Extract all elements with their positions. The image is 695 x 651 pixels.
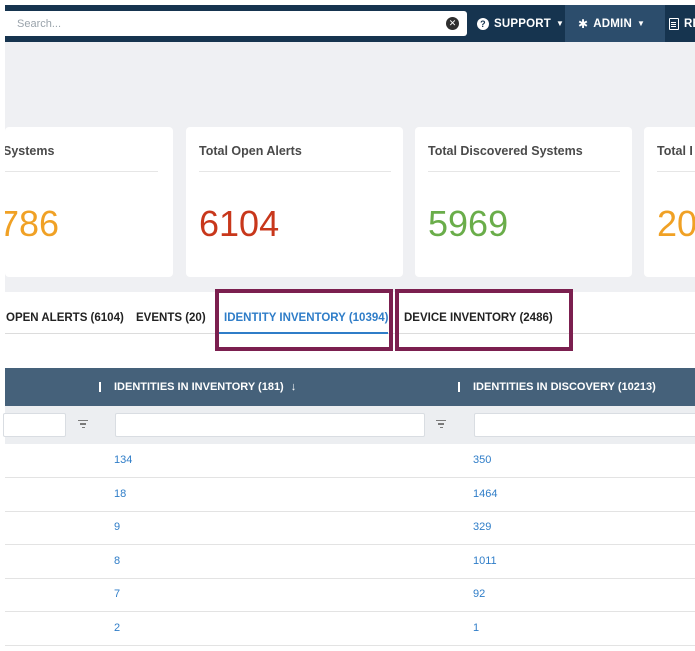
table-row[interactable]: 134 350 [5,444,695,478]
cell-identities-in-discovery[interactable]: 329 [473,511,491,544]
cell-identities-in-discovery[interactable]: 92 [473,578,485,611]
card-value: 6104 [199,203,280,244]
cell-identities-in-inventory[interactable]: 8 [114,545,120,578]
column-label: IDENTITIES IN INVENTORY (181) [114,381,284,393]
caret-down-icon: ▼ [636,19,646,28]
summary-card-total-partial[interactable]: Total I 20 [644,127,695,277]
cell-identities-in-inventory[interactable]: 18 [114,478,126,511]
cell-identities-in-inventory[interactable]: 134 [114,444,132,477]
summary-card-discovered-systems[interactable]: Total Discovered Systems 5969 [415,127,632,277]
admin-label: ADMIN [593,17,632,30]
column-separator [99,382,101,392]
gear-icon: ✱ [578,16,589,31]
caret-down-icon: ▼ [556,19,565,28]
table-header: IDENTITIES IN INVENTORY (181) ↓ IDENTITI… [5,368,695,406]
table-row[interactable]: 18 1464 [5,478,695,512]
reports-label: RE [684,17,695,30]
table-row[interactable]: 2 1 [5,612,695,646]
card-title: Total Open Alerts [199,144,302,158]
document-icon [669,17,679,30]
admin-menu-button[interactable]: ✱ ADMIN ▼ [565,5,665,42]
filter-input[interactable] [3,413,66,437]
card-value: 786 [5,203,60,244]
cell-identities-in-discovery[interactable]: 1 [473,612,479,645]
column-header-identities-in-inventory[interactable]: IDENTITIES IN INVENTORY (181) ↓ [114,368,296,406]
card-divider [657,171,695,172]
card-divider [5,171,158,172]
question-icon: ? [477,17,489,30]
card-title: Total Discovered Systems [428,144,583,158]
filter-input-identities-in-discovery[interactable] [474,413,695,437]
table-row[interactable]: 8 1011 [5,545,695,579]
search-input[interactable] [17,11,437,36]
filter-icon[interactable] [78,420,88,429]
clear-search-icon[interactable]: ✕ [446,17,459,30]
cell-identities-in-inventory[interactable]: 7 [114,578,120,611]
summary-card-open-alerts[interactable]: Total Open Alerts 6104 [186,127,403,277]
table-row[interactable]: 7 92 [5,578,695,612]
cell-identities-in-inventory[interactable]: 2 [114,612,120,645]
card-title: Total I [657,144,693,158]
card-divider [428,171,620,172]
cell-identities-in-discovery[interactable]: 1464 [473,478,497,511]
card-divider [199,171,391,172]
tab-open-alerts[interactable]: OPEN ALERTS (6104) [6,292,124,334]
highlight-box-identity-inventory [215,289,393,351]
filter-icon[interactable] [436,420,446,429]
card-value: 5969 [428,203,509,244]
top-nav-bar: ✕ ? SUPPORT ▼ ✱ ADMIN ▼ RE [5,5,695,42]
filter-input-identities-in-inventory[interactable] [115,413,425,437]
card-title: Systems [5,144,55,158]
table-filter-row [3,406,695,444]
sort-down-arrow-icon[interactable]: ↓ [291,381,297,393]
cell-identities-in-discovery[interactable]: 1011 [473,545,497,578]
card-value: 20 [657,203,695,244]
cell-identities-in-discovery[interactable]: 350 [473,444,491,477]
column-header-identities-in-discovery[interactable]: IDENTITIES IN DISCOVERY (10213) [473,368,656,406]
reports-menu-button[interactable]: RE [665,5,695,42]
support-label: SUPPORT [494,17,551,30]
cell-identities-in-inventory[interactable]: 9 [114,511,120,544]
summary-card-systems[interactable]: Systems 786 [5,127,173,277]
highlight-box-device-inventory [395,289,573,351]
search-box: ✕ [5,11,467,36]
table-row[interactable]: 9 329 [5,511,695,545]
column-separator [458,382,460,392]
tab-events[interactable]: EVENTS (20) [136,292,206,334]
support-menu-button[interactable]: ? SUPPORT ▼ [477,5,564,42]
